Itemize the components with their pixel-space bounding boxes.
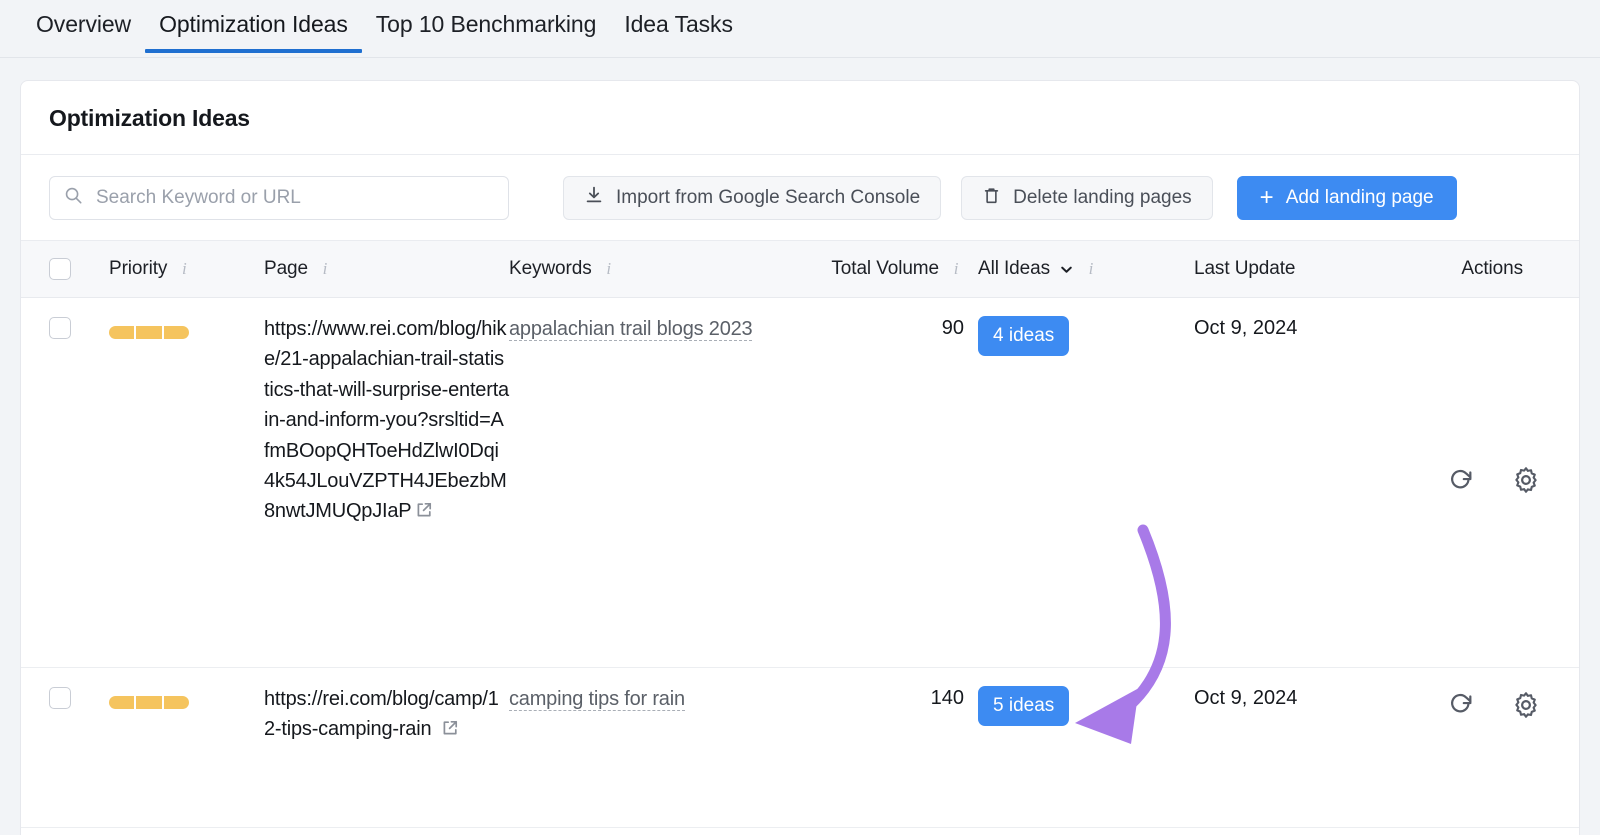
card-header: Optimization Ideas bbox=[21, 81, 1579, 155]
priority-segment bbox=[164, 696, 189, 709]
column-label-keywords: Keywords bbox=[509, 258, 592, 280]
ideas-badge[interactable]: 5 ideas bbox=[978, 686, 1069, 726]
gear-icon[interactable] bbox=[1511, 465, 1541, 500]
info-icon-keywords[interactable]: i bbox=[601, 261, 617, 277]
column-label-last-update: Last Update bbox=[1194, 258, 1295, 280]
priority-bar bbox=[109, 696, 189, 709]
priority-segment bbox=[109, 696, 134, 709]
import-from-google-search-console-button[interactable]: Import from Google Search Console bbox=[563, 176, 941, 220]
last-update-value: Oct 9, 2024 bbox=[1194, 298, 1409, 340]
optimization-ideas-card: Optimization Ideas Import from Google Se… bbox=[20, 80, 1580, 835]
tab-top-10-benchmarking[interactable]: Top 10 Benchmarking bbox=[362, 0, 611, 52]
column-header-total-volume: Total Volume i bbox=[799, 258, 964, 280]
chevron-down-icon[interactable] bbox=[1059, 262, 1074, 277]
row-actions bbox=[1409, 298, 1551, 667]
toolbar: Import from Google Search Console Delete… bbox=[21, 155, 1579, 240]
total-volume-value: 140 bbox=[799, 668, 964, 710]
info-icon-total-volume[interactable]: i bbox=[948, 261, 964, 277]
select-all-checkbox[interactable] bbox=[49, 258, 71, 280]
priority-segment bbox=[164, 326, 189, 339]
tab-idea-tasks[interactable]: Idea Tasks bbox=[610, 0, 747, 52]
plus-icon: + bbox=[1260, 186, 1274, 210]
priority-segment bbox=[109, 326, 134, 339]
column-label-actions: Actions bbox=[1461, 258, 1523, 280]
tab-bar: Overview Optimization Ideas Top 10 Bench… bbox=[0, 0, 1600, 58]
delete-landing-pages-button[interactable]: Delete landing pages bbox=[961, 176, 1213, 220]
ideas-badge[interactable]: 4 ideas bbox=[978, 316, 1069, 356]
refresh-icon[interactable] bbox=[1447, 466, 1475, 499]
row-actions bbox=[1409, 668, 1551, 827]
priority-segment bbox=[136, 696, 161, 709]
column-header-keywords: Keywords i bbox=[509, 258, 799, 280]
tab-optimization-ideas[interactable]: Optimization Ideas bbox=[145, 0, 362, 52]
page-url-text: https://rei.com/blog/camp/12-tips-campin… bbox=[264, 688, 499, 740]
page-title: Optimization Ideas bbox=[49, 105, 1551, 132]
tab-overview[interactable]: Overview bbox=[22, 0, 145, 52]
priority-bar bbox=[109, 326, 189, 339]
external-link-icon[interactable] bbox=[415, 498, 433, 528]
search-input[interactable] bbox=[94, 186, 494, 210]
column-header-last-update: Last Update bbox=[1194, 258, 1409, 280]
column-header-page: Page i bbox=[264, 258, 509, 280]
priority-segment bbox=[136, 326, 161, 339]
search-icon bbox=[64, 186, 83, 210]
delete-button-label: Delete landing pages bbox=[1013, 187, 1192, 209]
page-url[interactable]: https://rei.com/blog/camp/12-tips-campin… bbox=[264, 668, 509, 747]
import-button-label: Import from Google Search Console bbox=[616, 187, 920, 209]
table-header-row: Priority i Page i Keywords i Total Volum… bbox=[21, 240, 1579, 298]
gear-icon[interactable] bbox=[1511, 690, 1541, 725]
last-update-value: Oct 9, 2024 bbox=[1194, 668, 1409, 710]
column-label-priority: Priority bbox=[109, 258, 167, 280]
column-label-page: Page bbox=[264, 258, 308, 280]
table-row: https://rei.com/blog/camp/12-tips-campin… bbox=[21, 668, 1579, 828]
keyword-link[interactable]: appalachian trail blogs 2023 bbox=[509, 318, 752, 341]
column-header-priority: Priority i bbox=[109, 258, 264, 280]
info-icon-ideas[interactable]: i bbox=[1083, 261, 1099, 277]
download-icon bbox=[584, 185, 604, 211]
refresh-icon[interactable] bbox=[1447, 690, 1475, 723]
row-checkbox[interactable] bbox=[49, 687, 71, 709]
page-url-text: https://www.rei.com/blog/hike/21-appalac… bbox=[264, 318, 509, 522]
total-volume-value: 90 bbox=[799, 298, 964, 340]
external-link-icon[interactable] bbox=[441, 716, 459, 746]
ideas-filter-label: All Ideas bbox=[978, 258, 1050, 280]
optimization-ideas-table: Priority i Page i Keywords i Total Volum… bbox=[21, 240, 1579, 828]
info-icon-priority[interactable]: i bbox=[176, 261, 192, 277]
keyword-link[interactable]: camping tips for rain bbox=[509, 688, 685, 711]
page-url[interactable]: https://www.rei.com/blog/hike/21-appalac… bbox=[264, 298, 509, 529]
column-header-ideas-filter[interactable]: All Ideas i bbox=[978, 258, 1194, 280]
add-landing-page-button[interactable]: + Add landing page bbox=[1237, 176, 1457, 220]
table-row: https://www.rei.com/blog/hike/21-appalac… bbox=[21, 298, 1579, 668]
search-box[interactable] bbox=[49, 176, 509, 220]
column-label-total-volume: Total Volume bbox=[831, 258, 939, 280]
add-button-label: Add landing page bbox=[1286, 187, 1434, 209]
info-icon-page[interactable]: i bbox=[317, 261, 333, 277]
column-header-actions: Actions bbox=[1409, 258, 1551, 280]
row-checkbox[interactable] bbox=[49, 317, 71, 339]
trash-icon bbox=[982, 186, 1001, 211]
